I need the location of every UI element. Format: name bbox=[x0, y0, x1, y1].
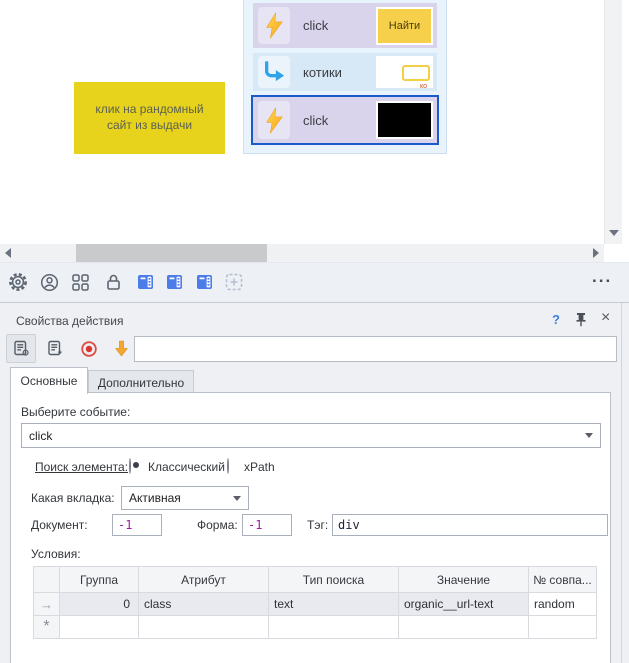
sticky-note[interactable]: клик на рандомный сайт из выдачи bbox=[74, 82, 225, 154]
panel-layout-icon[interactable] bbox=[191, 268, 219, 296]
panel-layout-icon[interactable] bbox=[161, 268, 189, 296]
tag-input[interactable] bbox=[332, 514, 608, 536]
column-header-group[interactable]: Группа bbox=[59, 566, 139, 593]
action-label: котики bbox=[303, 64, 342, 80]
event-select[interactable]: click bbox=[21, 423, 601, 448]
cell-match[interactable]: random bbox=[528, 592, 597, 616]
cell-group[interactable]: 0 bbox=[59, 592, 139, 616]
document-input[interactable] bbox=[112, 514, 162, 536]
conditions-header-row: Группа Атрибут Тип поиска Значение № сов… bbox=[33, 566, 597, 593]
apply-down-arrow-button[interactable] bbox=[106, 334, 136, 363]
new-condition-row[interactable]: * bbox=[33, 615, 597, 639]
condition-row[interactable]: → 0 class text organic__url-text random bbox=[33, 592, 597, 616]
action-search-field-wrap bbox=[134, 336, 617, 362]
cell-empty[interactable] bbox=[138, 615, 269, 639]
lock-icon[interactable] bbox=[99, 268, 127, 296]
cell-empty[interactable] bbox=[528, 615, 597, 639]
current-row-arrow-icon: → bbox=[33, 592, 60, 616]
scroll-right-arrow[interactable] bbox=[593, 248, 599, 258]
grid-view-icon[interactable] bbox=[66, 268, 94, 296]
action-thumbnail-find: Найти bbox=[376, 6, 433, 45]
conditions-table: Группа Атрибут Тип поиска Значение № сов… bbox=[33, 566, 597, 639]
event-select-value: click bbox=[29, 428, 53, 443]
scroll-left-arrow[interactable] bbox=[5, 248, 11, 258]
edit-list-button[interactable] bbox=[40, 334, 70, 363]
main-toolbar: ... bbox=[0, 262, 629, 302]
action-thumbnail-page: ко bbox=[376, 56, 433, 88]
cell-empty[interactable] bbox=[268, 615, 399, 639]
tag-label: Тэг: bbox=[307, 518, 329, 532]
close-icon[interactable]: × bbox=[601, 310, 610, 326]
action-step-click-2-selected[interactable]: click bbox=[251, 95, 439, 145]
user-profile-icon[interactable] bbox=[35, 268, 63, 296]
panel-right-border bbox=[621, 303, 622, 663]
properties-mode-button[interactable] bbox=[6, 334, 36, 363]
chevron-down-icon bbox=[233, 495, 241, 501]
row-header-corner bbox=[33, 566, 60, 593]
settings-gear-icon[interactable] bbox=[4, 268, 32, 296]
action-search-input[interactable] bbox=[134, 336, 617, 362]
horizontal-scrollbar[interactable] bbox=[0, 244, 604, 262]
vertical-scrollbar[interactable] bbox=[604, 0, 622, 244]
radio-classic-label[interactable]: Классический bbox=[148, 460, 225, 474]
thumb-tiny-text: ко bbox=[419, 83, 427, 88]
add-region-icon[interactable] bbox=[220, 268, 248, 296]
column-header-match[interactable]: № совпа... bbox=[528, 566, 597, 593]
thumb-input-outline bbox=[402, 65, 430, 81]
which-tab-select[interactable]: Активная bbox=[121, 486, 249, 510]
lightning-icon bbox=[258, 7, 290, 44]
new-row-asterisk-icon: * bbox=[33, 615, 60, 639]
cell-value[interactable]: organic__url-text bbox=[398, 592, 529, 616]
form-input[interactable] bbox=[242, 514, 292, 536]
tab-additional[interactable]: Дополнительно bbox=[88, 370, 194, 394]
tab-main-label: Основные bbox=[20, 374, 78, 388]
cell-search-type[interactable]: text bbox=[268, 592, 399, 616]
scrollbar-thumb[interactable] bbox=[76, 244, 267, 262]
scroll-down-arrow[interactable] bbox=[609, 230, 619, 236]
cell-empty[interactable] bbox=[398, 615, 529, 639]
element-search-link[interactable]: Поиск элемента: bbox=[35, 460, 128, 474]
action-group[interactable]: click Найти котики ко click bbox=[243, 0, 447, 154]
radio-xpath-label[interactable]: xPath bbox=[244, 460, 275, 474]
radio-classic[interactable] bbox=[129, 458, 131, 474]
document-label: Документ: bbox=[31, 518, 88, 532]
action-label: click bbox=[303, 112, 329, 128]
action-thumbnail-black bbox=[376, 101, 433, 139]
tab-additional-label: Дополнительно bbox=[97, 375, 185, 390]
action-label: click bbox=[303, 18, 329, 33]
panel-layout-icon[interactable] bbox=[132, 268, 160, 296]
radio-xpath[interactable] bbox=[227, 458, 229, 474]
tab-content: Выберите событие: click Поиск элемента: … bbox=[10, 392, 611, 663]
tab-main[interactable]: Основные bbox=[10, 367, 88, 394]
cell-attribute[interactable]: class bbox=[138, 592, 269, 616]
app-window: клик на рандомный сайт из выдачи click Н… bbox=[0, 0, 629, 663]
action-step-kotiki[interactable]: котики ко bbox=[253, 53, 437, 91]
toolbar-overflow-button[interactable]: ... bbox=[592, 267, 612, 287]
panel-title: Свойства действия bbox=[16, 314, 124, 328]
conditions-label: Условия: bbox=[31, 547, 81, 561]
flow-canvas[interactable]: клик на рандомный сайт из выдачи click Н… bbox=[0, 0, 604, 244]
cell-empty[interactable] bbox=[59, 615, 139, 639]
chevron-down-icon bbox=[585, 433, 593, 438]
properties-panel: Свойства действия ? × Основные Дополните… bbox=[0, 302, 629, 663]
action-step-click-1[interactable]: click Найти bbox=[253, 3, 437, 48]
lightning-icon bbox=[258, 101, 290, 139]
help-button[interactable]: ? bbox=[552, 312, 560, 327]
which-tab-label: Какая вкладка: bbox=[31, 491, 115, 505]
sticky-note-text: клик на рандомный сайт из выдачи bbox=[95, 102, 204, 132]
pin-icon[interactable] bbox=[575, 312, 587, 330]
form-label: Форма: bbox=[197, 518, 238, 532]
record-button[interactable] bbox=[74, 334, 104, 363]
find-button-text: Найти bbox=[388, 19, 421, 32]
event-label: Выберите событие: bbox=[21, 405, 131, 419]
which-tab-value: Активная bbox=[129, 491, 181, 505]
column-header-attribute[interactable]: Атрибут bbox=[138, 566, 269, 593]
column-header-search-type[interactable]: Тип поиска bbox=[268, 566, 399, 593]
redirect-arrow-icon bbox=[258, 56, 290, 88]
column-header-value[interactable]: Значение bbox=[398, 566, 529, 593]
